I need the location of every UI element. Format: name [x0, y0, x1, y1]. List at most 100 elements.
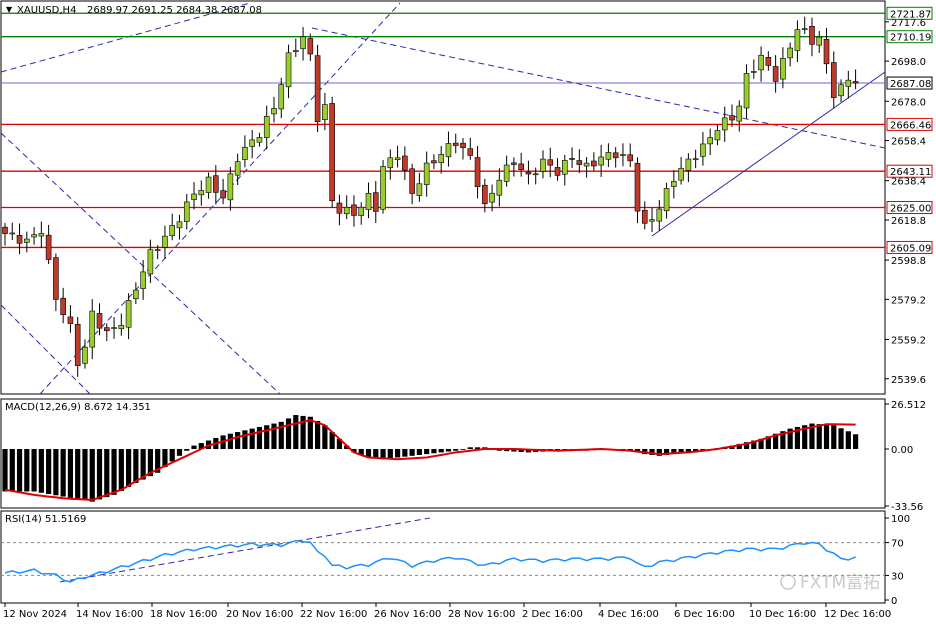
- bull-candle: [169, 225, 176, 237]
- bull-candle: [234, 161, 241, 176]
- macd-histogram-bar: [249, 428, 255, 450]
- bull-candle: [496, 179, 503, 196]
- bull-candle: [743, 73, 750, 109]
- macd-histogram-bar: [60, 449, 66, 497]
- bull-candle: [663, 188, 670, 212]
- macd-histogram-bar: [285, 418, 292, 450]
- bull-candle: [751, 71, 757, 73]
- macd-histogram-bar: [9, 449, 15, 492]
- bull-candle: [780, 58, 786, 80]
- bull-candle: [205, 176, 212, 193]
- bull-candle: [118, 324, 125, 330]
- macd-histogram-bar: [16, 449, 23, 492]
- bull-candle: [198, 190, 205, 196]
- bear-candle: [547, 159, 554, 166]
- fxtm-watermark: FXTM富拓: [780, 573, 880, 593]
- macd-histogram-bar: [227, 433, 233, 450]
- bull-candle: [721, 117, 728, 131]
- macd-histogram-bar: [838, 428, 844, 450]
- x-tick-label: 20 Nov 16:00: [226, 609, 293, 620]
- price-tick-label: 2579.2: [891, 295, 926, 306]
- macd-signal-line: [4, 419, 856, 502]
- bull-candle: [532, 173, 539, 176]
- macd-histogram-bar: [235, 432, 241, 450]
- macd-histogram-bar: [445, 449, 452, 452]
- bull-candle: [387, 157, 394, 169]
- macd-histogram-bar: [438, 449, 444, 453]
- bull-candle: [227, 173, 234, 201]
- macd-tick-label: -33.56: [891, 502, 923, 513]
- bear-candle: [351, 204, 357, 216]
- bull-candle: [678, 167, 684, 181]
- bull-candle: [438, 154, 445, 163]
- bull-candle: [191, 193, 197, 200]
- price-tick-label: 2698.0: [891, 57, 926, 68]
- bear-candle: [852, 81, 859, 84]
- ohlc-readout: 2689.97 2691.25 2684.38 2687.08: [87, 5, 262, 16]
- bear-candle: [45, 234, 52, 260]
- bear-candle: [830, 62, 837, 98]
- bull-candle: [671, 181, 677, 187]
- time-x-axis: 12 Nov 2024 14 Nov 16:00 18 Nov 16:00 20 No…: [3, 603, 891, 620]
- bear-candle: [641, 209, 648, 224]
- macd-tick-label: 0.00: [891, 445, 913, 456]
- macd-histogram-bar: [133, 449, 139, 483]
- bull-candle: [249, 139, 255, 147]
- macd-histogram-bar: [424, 449, 430, 455]
- bull-candle: [394, 157, 401, 160]
- bear-candle: [16, 235, 23, 244]
- bull-candle: [176, 221, 183, 229]
- bull-candle: [285, 52, 292, 88]
- bull-candle: [278, 84, 285, 110]
- bear-candle: [67, 316, 74, 324]
- watermark-text: FXTM富拓: [800, 573, 880, 593]
- x-tick-label: 12 Nov 2024: [3, 609, 67, 620]
- bull-candle: [656, 208, 663, 222]
- bear-candle: [431, 160, 437, 164]
- bear-candle: [409, 168, 415, 194]
- bull-candle: [38, 233, 45, 237]
- macd-histogram-bar: [409, 449, 415, 456]
- bull-candle: [24, 238, 30, 243]
- macd-histogram-bar: [845, 431, 851, 450]
- macd-histogram-bar: [431, 449, 437, 454]
- price-tick-label: 2678.0: [891, 97, 926, 108]
- bull-candle: [503, 164, 510, 182]
- price-label-current: 2687.08: [890, 79, 931, 90]
- bear-candle: [314, 55, 321, 122]
- rsi-tick-label: 0: [891, 596, 897, 607]
- bear-candle: [103, 327, 110, 332]
- macd-histogram-bar: [24, 449, 30, 492]
- bull-candle: [649, 219, 655, 222]
- price-label-red: 2605.09: [890, 243, 931, 254]
- bull-candle: [125, 300, 132, 328]
- bull-candle: [540, 158, 546, 172]
- bull-candle: [147, 249, 154, 275]
- price-horizontal-levels: [1, 12, 885, 249]
- bull-candle: [242, 146, 248, 160]
- macd-title: MACD(12,26,9) 8.672 14.351: [5, 402, 151, 413]
- bull-candle: [365, 193, 372, 210]
- bull-candle: [31, 234, 37, 238]
- macd-histogram-bar: [184, 449, 190, 451]
- rsi-tick-label: 100: [891, 514, 910, 525]
- macd-histogram-bar: [852, 434, 859, 450]
- bull-candle: [736, 105, 743, 122]
- bull-candle: [801, 28, 808, 30]
- x-tick-label: 2 Dec 16:00: [522, 609, 583, 620]
- rsi-y-axis: 100 70 30 0: [885, 514, 910, 607]
- bear-candle: [60, 297, 66, 316]
- bull-candle: [445, 143, 452, 158]
- bull-candle: [787, 47, 793, 59]
- price-tick-label: 2658.4: [891, 137, 926, 148]
- bull-candle: [263, 116, 270, 138]
- bull-candle: [133, 289, 139, 300]
- macd-histogram-bar: [387, 449, 393, 459]
- bear-candle: [220, 190, 226, 199]
- bear-candle: [569, 158, 575, 160]
- macd-histogram-bar: [67, 449, 74, 498]
- price-tick-label: 2598.8: [891, 256, 926, 267]
- macd-histogram-bar: [394, 449, 401, 458]
- macd-histogram-bar: [242, 430, 248, 450]
- x-tick-label: 10 Dec 16:00: [749, 609, 816, 620]
